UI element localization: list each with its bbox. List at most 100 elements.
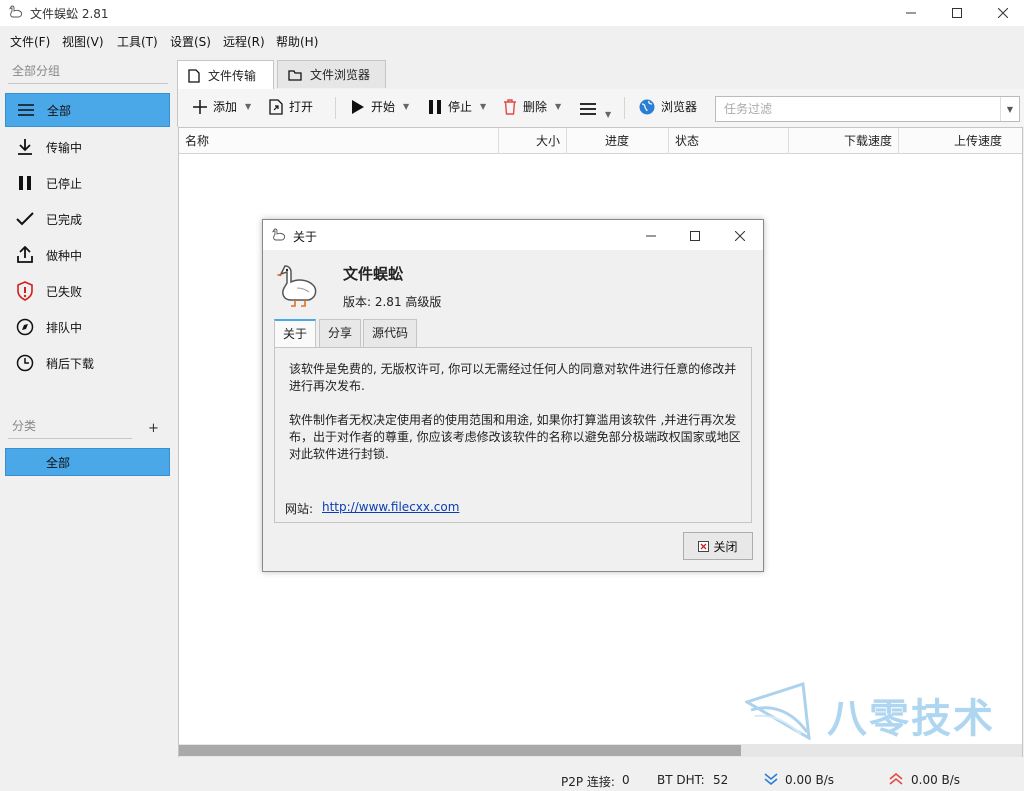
menu-tools[interactable]: 工具(T) bbox=[117, 33, 158, 50]
task-filter-input[interactable]: 任务过滤 bbox=[715, 96, 1020, 122]
chevron-down-icon: ▼ bbox=[245, 102, 252, 111]
column-header-progress[interactable]: 进度 bbox=[567, 128, 669, 154]
dialog-tab-share[interactable]: 分享 bbox=[319, 319, 361, 347]
tab-file-browser[interactable]: 文件浏览器 bbox=[277, 60, 386, 88]
divider bbox=[8, 438, 132, 439]
open-file-icon bbox=[269, 98, 283, 115]
menu-file[interactable]: 文件(F) bbox=[10, 33, 50, 50]
chevron-down-icon[interactable]: ▼ bbox=[1000, 97, 1019, 121]
browser-label: 浏览器 bbox=[661, 100, 698, 114]
watermark-text: 八零技术 bbox=[827, 696, 995, 742]
sidebar-item-queued[interactable]: 排队中 bbox=[5, 310, 170, 344]
upload-speed: 0.00 B/s bbox=[911, 773, 961, 787]
upload-speed-icon bbox=[889, 773, 903, 785]
dialog-close-button[interactable]: 关闭 bbox=[683, 532, 753, 560]
dialog-about-panel: 该软件是免费的, 无版权许可, 你可以无需经过任何人的同意对软件进行任意的修改并… bbox=[274, 347, 752, 523]
chevron-down-icon: ▼ bbox=[403, 102, 410, 111]
sidebar-item-label: 已完成 bbox=[46, 212, 83, 227]
goose-logo-icon bbox=[8, 4, 24, 20]
sidebar-item-completed[interactable]: 已完成 bbox=[5, 202, 170, 236]
title-bar: 文件蜈蚣 2.81 bbox=[0, 0, 1024, 26]
dialog-title: 关于 bbox=[293, 230, 318, 244]
close-label: 关闭 bbox=[713, 539, 738, 554]
tab-label: 文件浏览器 bbox=[310, 68, 371, 82]
horizontal-scrollbar[interactable] bbox=[179, 744, 1022, 757]
dht-label: BT DHT: bbox=[657, 773, 705, 787]
add-label: 添加 bbox=[213, 100, 238, 114]
open-button[interactable]: 打开 bbox=[269, 98, 313, 115]
dialog-tab-about[interactable]: 关于 bbox=[274, 319, 316, 348]
column-header-status[interactable]: 状态 bbox=[669, 128, 789, 154]
column-header-download-speed[interactable]: 下载速度 bbox=[789, 128, 899, 154]
download-speed-icon bbox=[764, 773, 778, 785]
dialog-app-name: 文件蜈蚣 bbox=[343, 265, 404, 283]
upload-icon bbox=[14, 244, 36, 266]
p2p-value: 0 bbox=[622, 773, 630, 787]
globe-icon bbox=[639, 99, 655, 115]
clock-icon bbox=[14, 352, 36, 374]
sidebar-item-stopped[interactable]: 已停止 bbox=[5, 166, 170, 200]
sidebar-item-label: 排队中 bbox=[46, 320, 83, 335]
download-icon bbox=[14, 136, 36, 158]
plus-icon bbox=[193, 99, 207, 114]
menu-remote[interactable]: 远程(R) bbox=[223, 33, 265, 50]
tab-file-transfer[interactable]: 文件传输 bbox=[177, 60, 274, 90]
pause-icon bbox=[14, 172, 36, 194]
p2p-label: P2P 连接: bbox=[561, 775, 615, 789]
close-window-button[interactable] bbox=[980, 0, 1024, 26]
chevron-down-icon: ▼ bbox=[605, 110, 612, 119]
column-header-upload-speed[interactable]: 上传速度 bbox=[899, 128, 1022, 154]
divider bbox=[8, 83, 168, 84]
maximize-button[interactable] bbox=[934, 0, 980, 26]
window-title: 文件蜈蚣 2.81 bbox=[30, 7, 109, 21]
menu-bar: 文件(F) 视图(V) 工具(T) 设置(S) 远程(R) 帮助(H) bbox=[0, 28, 1024, 52]
table-header: 名称 大小 进度 状态 下载速度 上传速度 bbox=[179, 128, 1022, 154]
open-label: 打开 bbox=[289, 100, 314, 114]
chevron-down-icon: ▼ bbox=[480, 102, 487, 111]
tab-label: 文件传输 bbox=[208, 69, 257, 83]
menu-view[interactable]: 视图(V) bbox=[62, 33, 104, 50]
stop-button[interactable]: 停止 ▼ bbox=[428, 98, 486, 115]
column-header-size[interactable]: 大小 bbox=[499, 128, 567, 154]
sidebar-item-all[interactable]: 全部 bbox=[5, 93, 170, 127]
usage-paragraph: 软件制作者无权决定使用者的使用范围和用途, 如果你打算滥用该软件 ,并进行再次发… bbox=[289, 413, 741, 461]
sidebar-item-seeding[interactable]: 做种中 bbox=[5, 238, 170, 272]
menu-settings[interactable]: 设置(S) bbox=[170, 33, 211, 50]
sidebar-item-label: 传输中 bbox=[46, 140, 83, 155]
groups-heading: 全部分组 bbox=[12, 64, 61, 78]
add-button[interactable]: 添加 ▼ bbox=[193, 98, 251, 115]
sidebar-item-later[interactable]: 稍后下载 bbox=[5, 346, 170, 380]
minimize-button[interactable] bbox=[888, 0, 934, 26]
stop-label: 停止 bbox=[448, 100, 473, 114]
watermark-logo bbox=[745, 680, 825, 740]
goose-logo-icon bbox=[275, 260, 323, 310]
dialog-tab-source[interactable]: 源代码 bbox=[363, 319, 417, 347]
add-category-button[interactable]: + bbox=[148, 421, 159, 436]
category-item-label: 全部 bbox=[46, 455, 71, 470]
document-icon bbox=[188, 68, 200, 83]
scrollbar-thumb[interactable] bbox=[179, 745, 741, 756]
shield-alert-icon bbox=[14, 280, 36, 302]
sidebar-item-label: 已停止 bbox=[46, 176, 83, 191]
dialog-minimize-button[interactable] bbox=[641, 226, 661, 246]
category-item-all[interactable]: 全部 bbox=[5, 448, 170, 476]
close-box-icon bbox=[698, 540, 710, 552]
sidebar-item-transferring[interactable]: 传输中 bbox=[5, 130, 170, 164]
website-link[interactable]: http://www.filecxx.com bbox=[322, 500, 459, 514]
start-button[interactable]: 开始 ▼ bbox=[351, 98, 409, 115]
delete-button[interactable]: 删除 ▼ bbox=[503, 98, 561, 115]
dialog-close-x-button[interactable] bbox=[730, 226, 750, 246]
dialog-title-bar: 关于 bbox=[263, 220, 763, 250]
pause-icon bbox=[428, 99, 442, 115]
sidebar-item-label: 做种中 bbox=[46, 248, 83, 263]
column-header-name[interactable]: 名称 bbox=[179, 128, 499, 154]
sidebar-item-failed[interactable]: 已失败 bbox=[5, 274, 170, 308]
more-menu-button[interactable]: ▼ bbox=[579, 98, 611, 119]
dialog-maximize-button[interactable] bbox=[685, 226, 705, 246]
browser-button[interactable]: 浏览器 bbox=[639, 98, 697, 115]
about-dialog: 关于 文件蜈蚣 版本: 2.81 高级版 关于 分享 源代码 该软件是免费的, … bbox=[262, 219, 764, 572]
play-icon bbox=[351, 99, 365, 115]
sidebar-item-label: 全部 bbox=[47, 103, 72, 118]
list-icon bbox=[15, 99, 37, 121]
menu-help[interactable]: 帮助(H) bbox=[276, 33, 318, 50]
